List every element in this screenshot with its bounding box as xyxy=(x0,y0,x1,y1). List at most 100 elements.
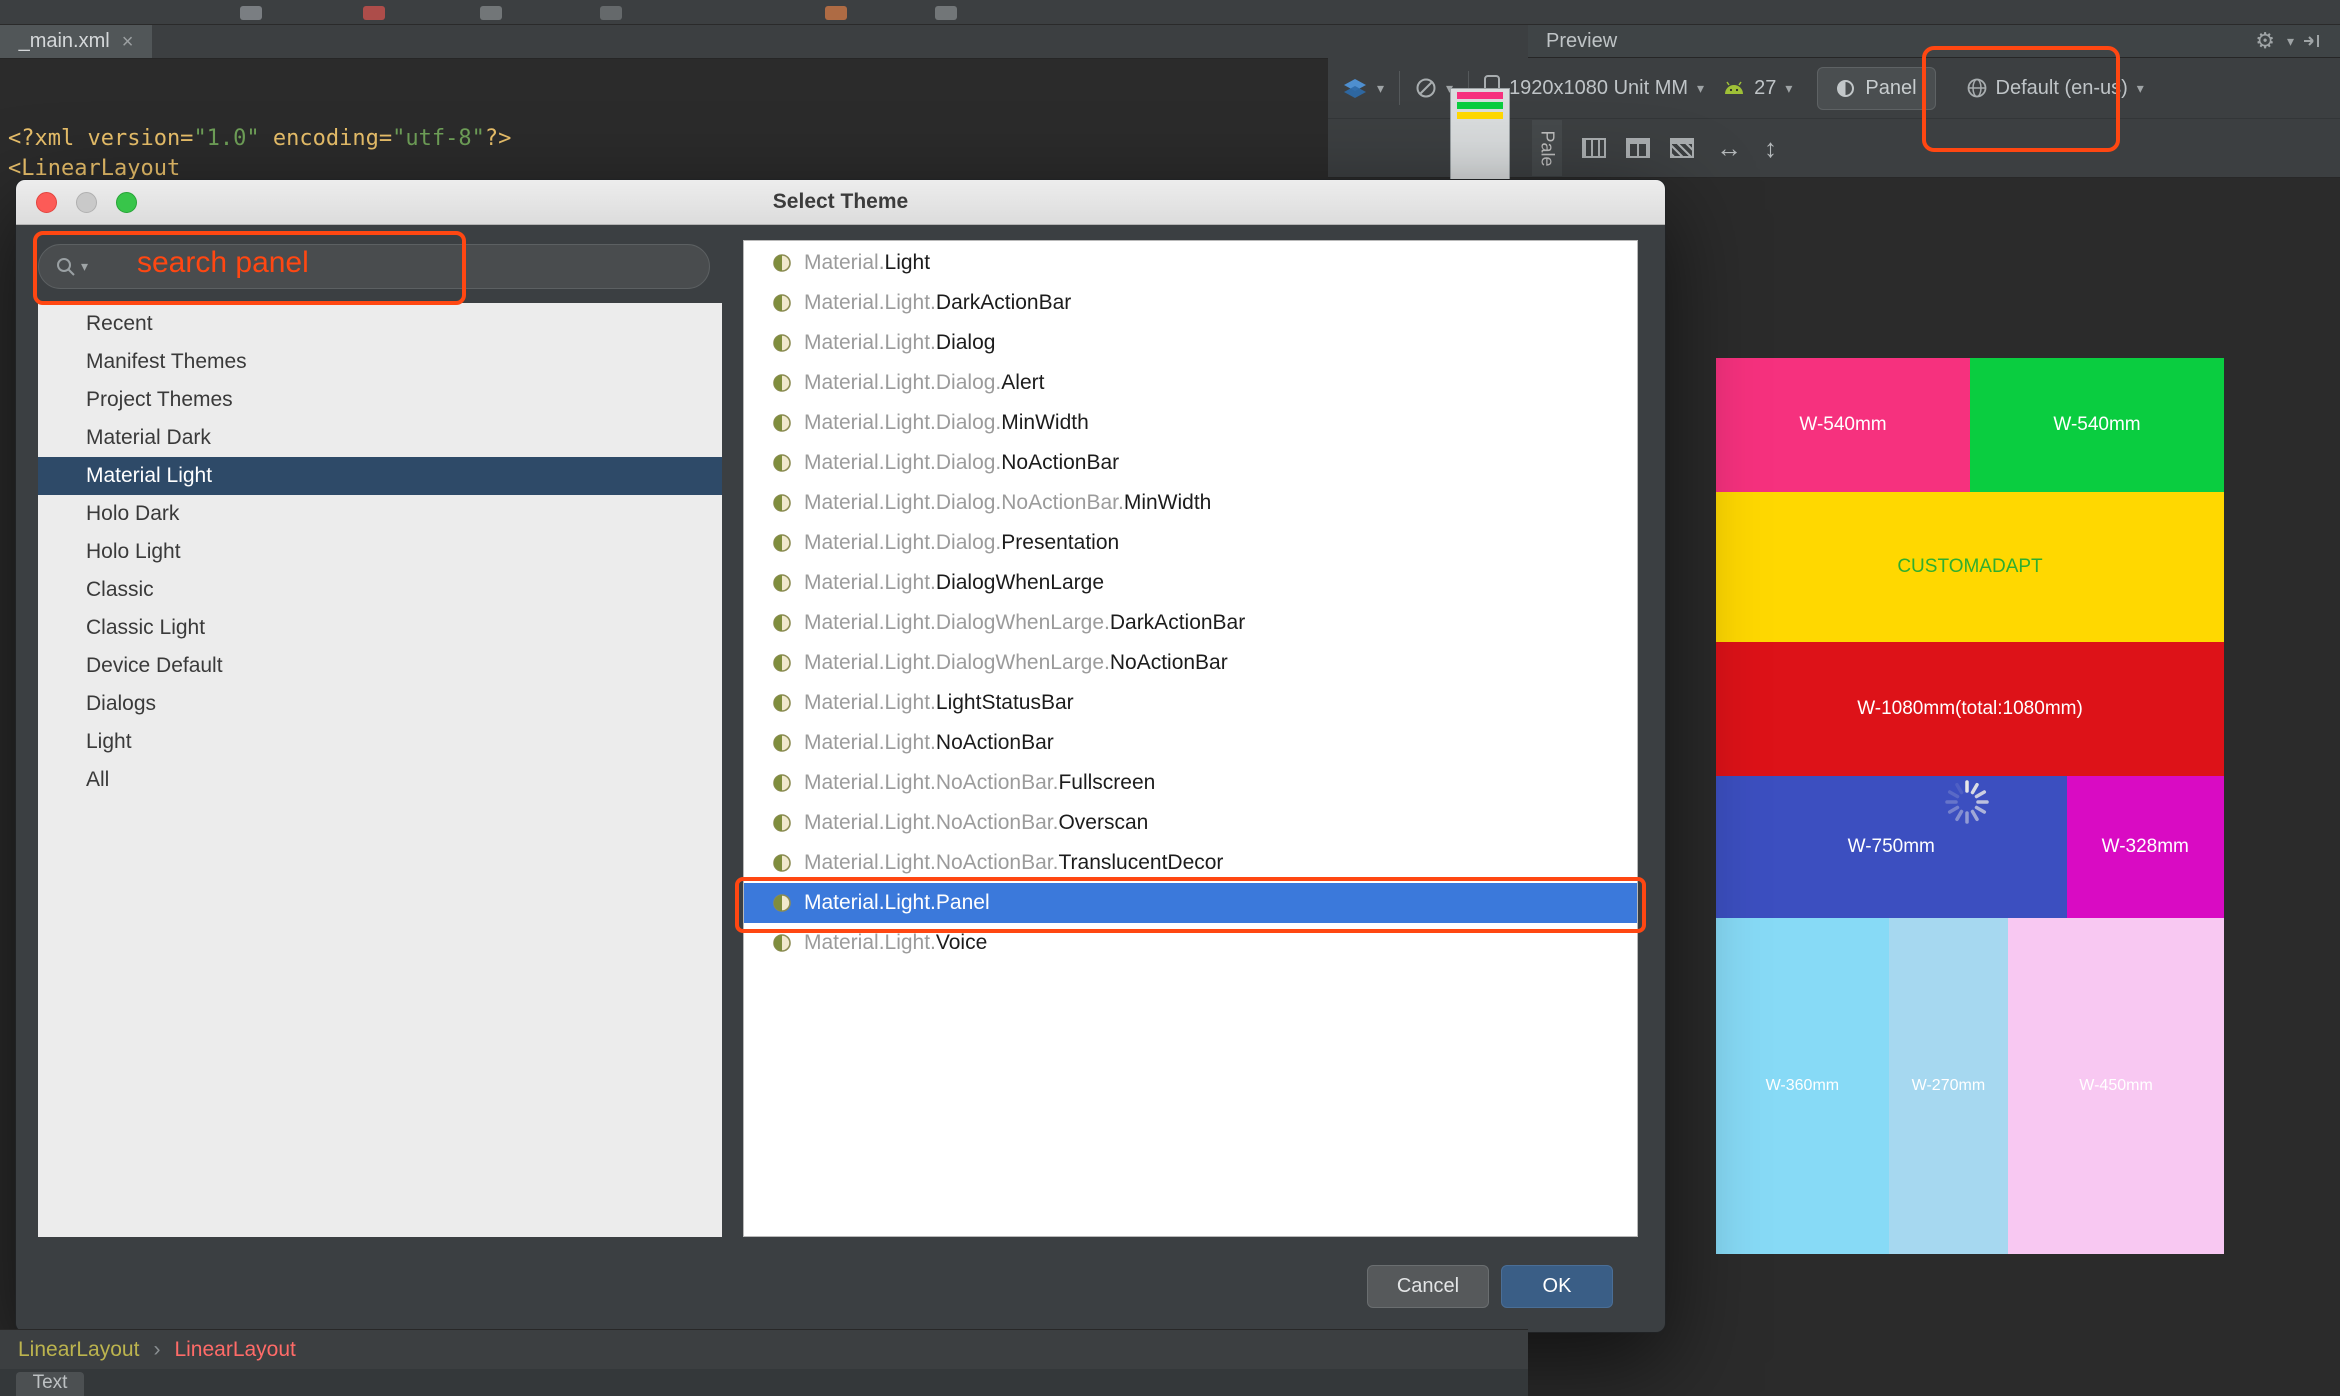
theme-name-suffix: DarkActionBar xyxy=(936,291,1071,315)
chevron-down-icon[interactable]: ▾ xyxy=(2287,33,2294,50)
theme-list-item[interactable]: Material.Light.Dialog.MinWidth xyxy=(744,403,1637,443)
theme-icon xyxy=(772,773,792,793)
theme-search-input[interactable]: ▾ xyxy=(38,244,710,289)
layout-box: W-540mm xyxy=(1716,358,1970,492)
palette-tab-label: Pale xyxy=(1537,130,1558,166)
expand-horizontal-icon[interactable]: ↔ xyxy=(1716,133,1742,164)
theme-name-prefix: Material.Light.Dialog. xyxy=(804,411,1001,435)
locale-selector[interactable]: Default (en-us) ▾ xyxy=(1967,77,2144,100)
theme-list-item[interactable]: Material.Light.NoActionBar.Overscan xyxy=(744,803,1637,843)
table-view-icon[interactable] xyxy=(1626,138,1650,158)
layers-icon[interactable] xyxy=(1342,77,1368,99)
theme-list-item[interactable]: Material.Light.NoActionBar xyxy=(744,723,1637,763)
layout-box: W-750mm xyxy=(1716,776,2067,918)
theme-name-suffix: NoActionBar xyxy=(1110,651,1228,675)
theme-list-item[interactable]: Material.Light.LightStatusBar xyxy=(744,683,1637,723)
category-item[interactable]: Dialogs xyxy=(38,685,722,723)
theme-name-suffix: DarkActionBar xyxy=(1110,611,1245,635)
theme-list-item[interactable]: Material.Light.DialogWhenLarge.NoActionB… xyxy=(744,643,1637,683)
theme-selector-button[interactable]: Panel xyxy=(1817,67,1935,110)
expand-vertical-icon[interactable]: ↕ xyxy=(1764,133,1777,164)
breadcrumb-item[interactable]: LinearLayout xyxy=(174,1338,295,1362)
theme-list-item[interactable]: Material.Light.Dialog xyxy=(744,323,1637,363)
chevron-down-icon[interactable]: ▾ xyxy=(1785,80,1792,97)
category-item[interactable]: Light xyxy=(38,723,722,761)
theme-list-item[interactable]: Material.Light.DialogWhenLarge xyxy=(744,563,1637,603)
tool-tab-palette[interactable]: Pale xyxy=(1532,120,1562,176)
theme-icon xyxy=(772,653,792,673)
category-item[interactable]: Classic Light xyxy=(38,609,722,647)
android-icon xyxy=(1723,81,1745,95)
theme-list-item[interactable]: Material.Light.NoActionBar.Fullscreen xyxy=(744,763,1637,803)
layout-box: CUSTOMADAPT xyxy=(1716,492,2224,642)
theme-name-prefix: Material.Light. xyxy=(804,891,936,915)
theme-name-prefix: Material.Light. xyxy=(804,571,936,595)
category-item[interactable]: Holo Light xyxy=(38,533,722,571)
columns-view-icon[interactable] xyxy=(1582,138,1606,158)
gear-icon[interactable]: ⚙ xyxy=(2255,28,2275,54)
category-item[interactable]: Project Themes xyxy=(38,381,722,419)
theme-list-item[interactable]: Material.Light.Dialog.NoActionBar xyxy=(744,443,1637,483)
theme-list-item[interactable]: Material.Light.NoActionBar.TranslucentDe… xyxy=(744,843,1637,883)
category-item[interactable]: Manifest Themes xyxy=(38,343,722,381)
code-line: <?xml version="1.0" encoding="utf-8"?> xyxy=(8,124,829,154)
close-icon[interactable]: × xyxy=(122,32,134,52)
theme-name-prefix: Material.Light.Dialog. xyxy=(804,531,1001,555)
ok-button[interactable]: OK xyxy=(1501,1265,1613,1308)
chevron-down-icon[interactable]: ▾ xyxy=(81,258,88,275)
theme-list-item[interactable]: Material.Light.DialogWhenLarge.DarkActio… xyxy=(744,603,1637,643)
toolbar-fragment-icon xyxy=(825,6,847,20)
theme-icon xyxy=(772,613,792,633)
category-item[interactable]: Material Dark xyxy=(38,419,722,457)
theme-list-item[interactable]: Material.Light.Voice xyxy=(744,923,1637,963)
device-selector[interactable]: 1920x1080 Unit MM xyxy=(1509,77,1688,100)
theme-list-item[interactable]: Material.Light.Dialog.Alert xyxy=(744,363,1637,403)
minimize-window-button[interactable] xyxy=(76,192,97,213)
breadcrumb-item[interactable]: LinearLayout xyxy=(18,1338,139,1362)
theme-list-item[interactable]: Material.Light.Dialog.NoActionBar.MinWid… xyxy=(744,483,1637,523)
divider xyxy=(1399,71,1400,105)
tab-main-xml[interactable]: _main.xml × xyxy=(0,25,152,58)
theme-name-prefix: Material.Light. xyxy=(804,331,936,355)
tab-text-mode[interactable]: Text xyxy=(16,1372,84,1396)
chevron-down-icon[interactable]: ▾ xyxy=(1697,80,1704,97)
theme-name-suffix: TranslucentDecor xyxy=(1058,851,1223,875)
zoom-window-button[interactable] xyxy=(116,192,137,213)
layout-box: W-360mm xyxy=(1716,918,1889,1254)
theme-list-item[interactable]: Material.Light.Dialog.Presentation xyxy=(744,523,1637,563)
theme-name-prefix: Material.Light.Dialog.NoActionBar. xyxy=(804,491,1124,515)
layout-box: W-1080mm(total:1080mm) xyxy=(1716,642,2224,776)
category-item[interactable]: Material Light xyxy=(38,457,722,495)
theme-list-item[interactable]: Material.Light xyxy=(744,243,1637,283)
theme-name-prefix: Material.Light. xyxy=(804,931,936,955)
grid-view-icon[interactable] xyxy=(1670,138,1694,158)
theme-icon xyxy=(772,333,792,353)
category-item[interactable]: All xyxy=(38,761,722,799)
chevron-down-icon[interactable]: ▾ xyxy=(2137,80,2144,97)
editor-tab-bar: _main.xml × xyxy=(0,25,1528,59)
text-tab-label: Text xyxy=(33,1372,68,1394)
layout-box: W-450mm xyxy=(2008,918,2224,1254)
category-item[interactable]: Holo Dark xyxy=(38,495,722,533)
category-item[interactable]: Recent xyxy=(38,305,722,343)
theme-name-suffix: NoActionBar xyxy=(1001,451,1119,475)
category-item[interactable]: Device Default xyxy=(38,647,722,685)
theme-list-item[interactable]: Material.Light.DarkActionBar xyxy=(744,283,1637,323)
theme-name-suffix: MinWidth xyxy=(1001,411,1089,435)
layout-box: W-540mm xyxy=(1970,358,2224,492)
close-window-button[interactable] xyxy=(36,192,57,213)
orientation-icon[interactable] xyxy=(1415,77,1437,99)
theme-list-item[interactable]: Material.Light.Panel xyxy=(744,883,1637,923)
theme-icon xyxy=(772,813,792,833)
toolbar-fragment-icon xyxy=(935,6,957,20)
chevron-down-icon[interactable]: ▾ xyxy=(1377,80,1384,97)
theme-name-prefix: Material.Light.NoActionBar. xyxy=(804,771,1058,795)
theme-name-suffix: LightStatusBar xyxy=(936,691,1074,715)
dock-pin-icon[interactable] xyxy=(2302,33,2322,49)
locale-label: Default (en-us) xyxy=(1996,77,2128,100)
cancel-button[interactable]: Cancel xyxy=(1367,1265,1489,1308)
theme-category-list: RecentManifest ThemesProject ThemesMater… xyxy=(38,303,722,1237)
api-level-selector[interactable]: 27 xyxy=(1754,77,1776,100)
category-item[interactable]: Classic xyxy=(38,571,722,609)
theme-icon xyxy=(772,293,792,313)
